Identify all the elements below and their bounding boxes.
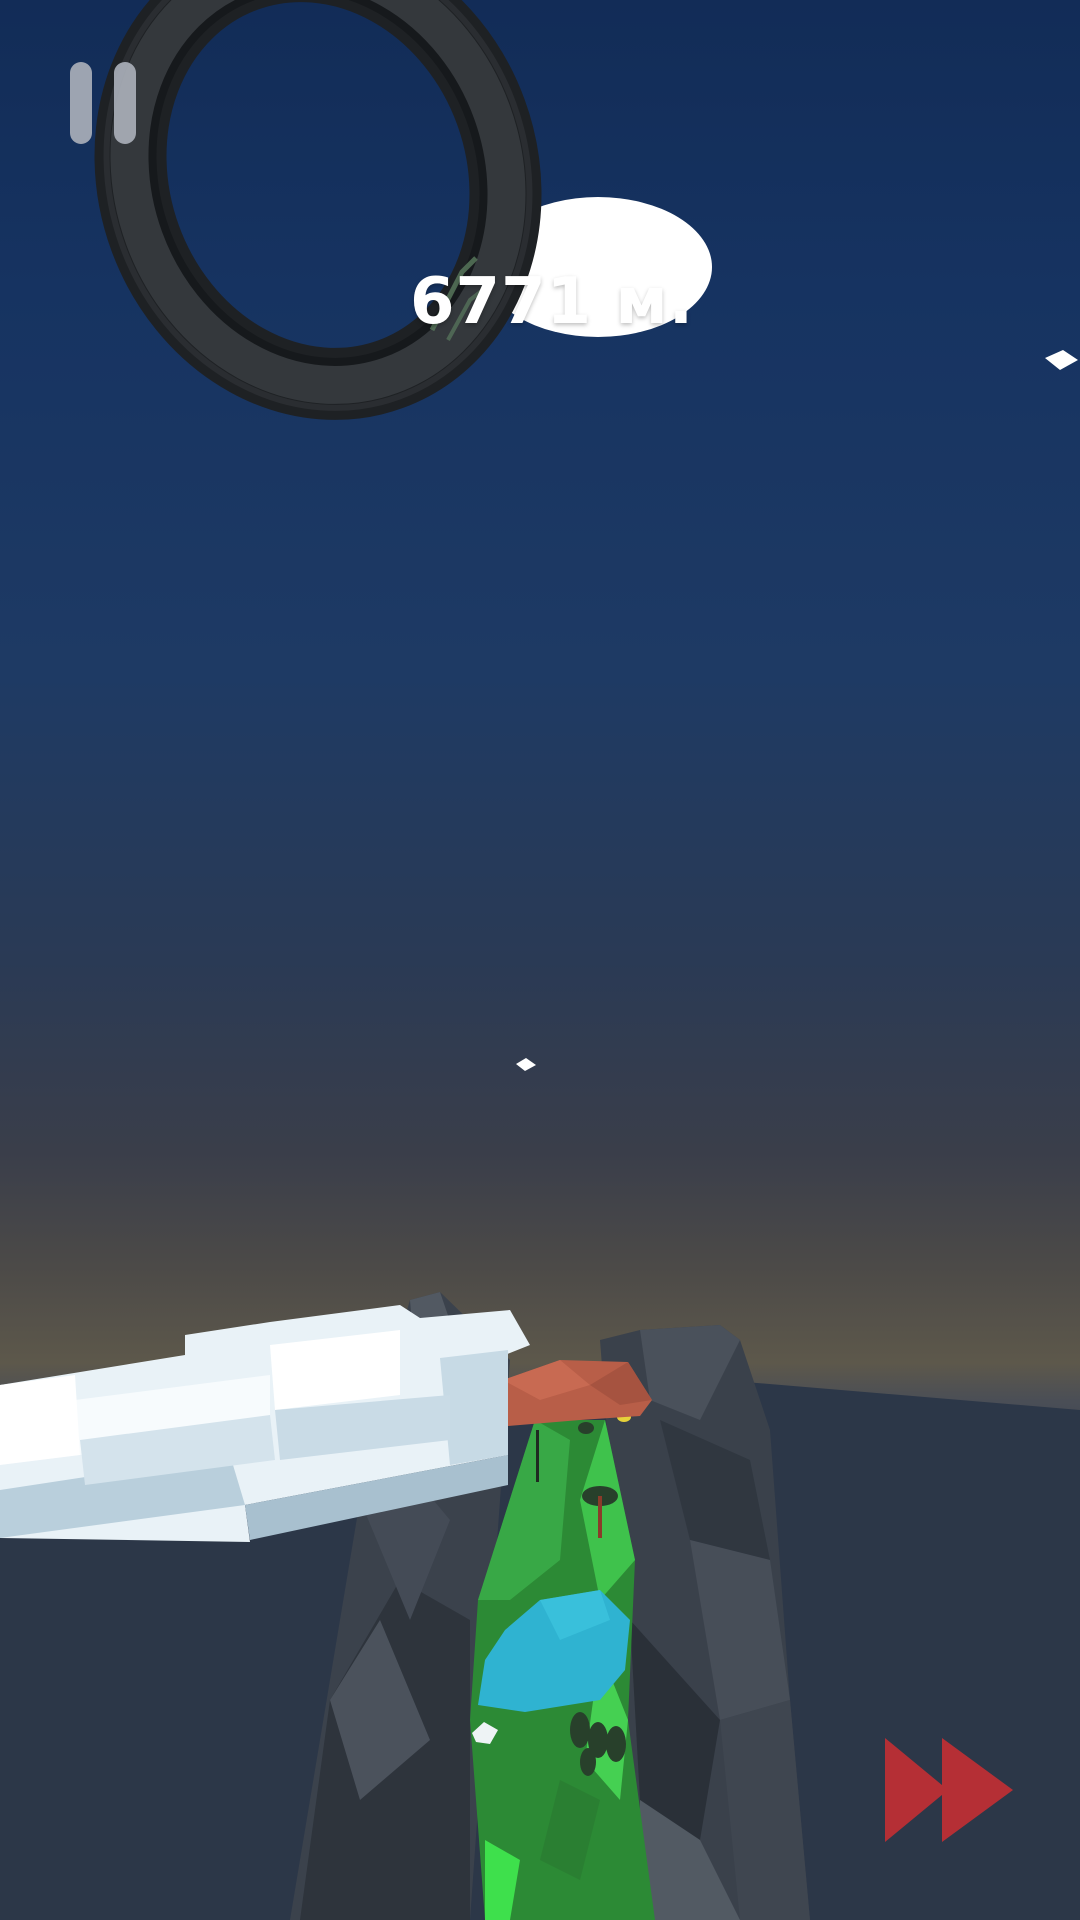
house-roof: [503, 1360, 652, 1426]
sky-debris-right: [1045, 350, 1078, 370]
fast-forward-button[interactable]: [880, 1738, 1020, 1842]
fast-forward-icon: [885, 1738, 1013, 1842]
sky-debris-center: [516, 1058, 536, 1071]
pause-button[interactable]: [70, 62, 136, 144]
pause-icon: [70, 62, 136, 144]
distance-readout: 6771 м.: [410, 265, 695, 339]
game-viewport[interactable]: 6771 м.: [0, 0, 1080, 1920]
